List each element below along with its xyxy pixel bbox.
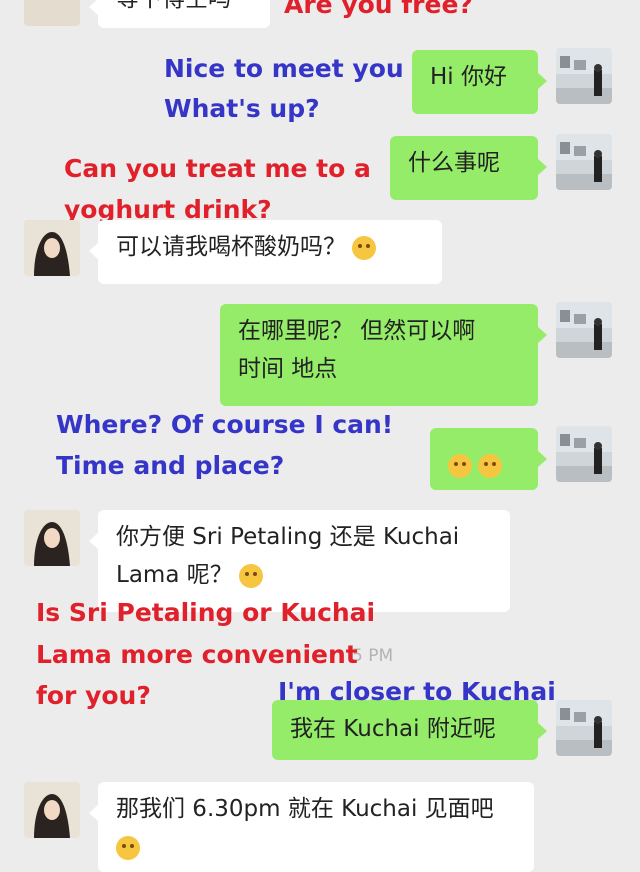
translation-caption: for you?: [36, 681, 151, 710]
message-text: 时间 地点: [238, 356, 338, 382]
translation-caption: Where? Of course I can!: [56, 410, 394, 439]
avatar-photo-icon: [556, 700, 612, 756]
avatar-self[interactable]: [556, 134, 612, 190]
translation-caption: Is Sri Petaling or Kuchai: [36, 598, 376, 627]
message-text: 那我们 6.30pm 就在 Kuchai 见面吧: [116, 796, 494, 822]
translation-caption: Lama more convenient: [36, 640, 358, 669]
message-bubble-outgoing[interactable]: 在哪里呢？ 但然可以啊 时间 地点: [220, 304, 547, 406]
avatar-self[interactable]: [556, 48, 612, 104]
translation-caption: Can you treat me to a: [64, 154, 371, 183]
message-text: 在哪里呢？ 但然可以啊: [238, 318, 476, 344]
message-text: Hi 你好: [430, 64, 507, 90]
avatar-self[interactable]: [556, 302, 612, 358]
message-bubble-incoming[interactable]: 那我们 6.30pm 就在 Kuchai 见面吧: [89, 782, 534, 872]
translation-caption: What's up?: [164, 94, 320, 123]
message-bubble-incoming[interactable]: 可以请我喝杯酸奶吗？: [89, 220, 442, 284]
smiling-face-icon: [116, 835, 140, 860]
timestamp: 5 PM: [352, 646, 394, 666]
message-text: 可以请我喝杯酸奶吗？: [116, 234, 346, 260]
avatar-photo-icon: [556, 302, 612, 358]
avatar-photo-icon: [24, 782, 80, 838]
message-text: Lama 呢？: [116, 562, 233, 588]
avatar-photo-icon: [24, 220, 80, 276]
translation-caption: I'm closer to Kuchai: [278, 677, 556, 706]
avatar-photo-icon: [556, 426, 612, 482]
avatar-other[interactable]: [24, 220, 80, 276]
translation-caption: Time and place?: [56, 451, 285, 480]
message-text: 等下得空吗: [116, 0, 231, 12]
message-bubble-incoming[interactable]: 等下得空吗: [89, 0, 270, 28]
thinking-face-icon: [238, 563, 263, 588]
message-bubble-outgoing[interactable]: [430, 428, 547, 490]
smiling-face-icon: [478, 453, 502, 478]
message-bubble-outgoing[interactable]: Hi 你好: [412, 50, 547, 114]
avatar-photo-icon: [556, 48, 612, 104]
smiling-face-icon: [448, 453, 472, 478]
avatar-photo-icon: [24, 510, 80, 566]
message-bubble-outgoing[interactable]: 什么事呢: [390, 136, 547, 200]
message-text: 什么事呢: [408, 150, 500, 176]
avatar-self[interactable]: [556, 426, 612, 482]
avatar-photo-icon: [556, 134, 612, 190]
translation-caption: Nice to meet you: [164, 54, 404, 83]
avatar-other[interactable]: [24, 510, 80, 566]
avatar-other[interactable]: [24, 782, 80, 838]
message-text: 你方便 Sri Petaling 还是 Kuchai: [116, 524, 460, 550]
message-text: 我在 Kuchai 附近呢: [290, 716, 496, 742]
avatar-other[interactable]: [24, 0, 80, 26]
avatar-self[interactable]: [556, 700, 612, 756]
translation-caption: Are you free?: [284, 0, 473, 19]
flushed-face-icon: [352, 235, 376, 260]
